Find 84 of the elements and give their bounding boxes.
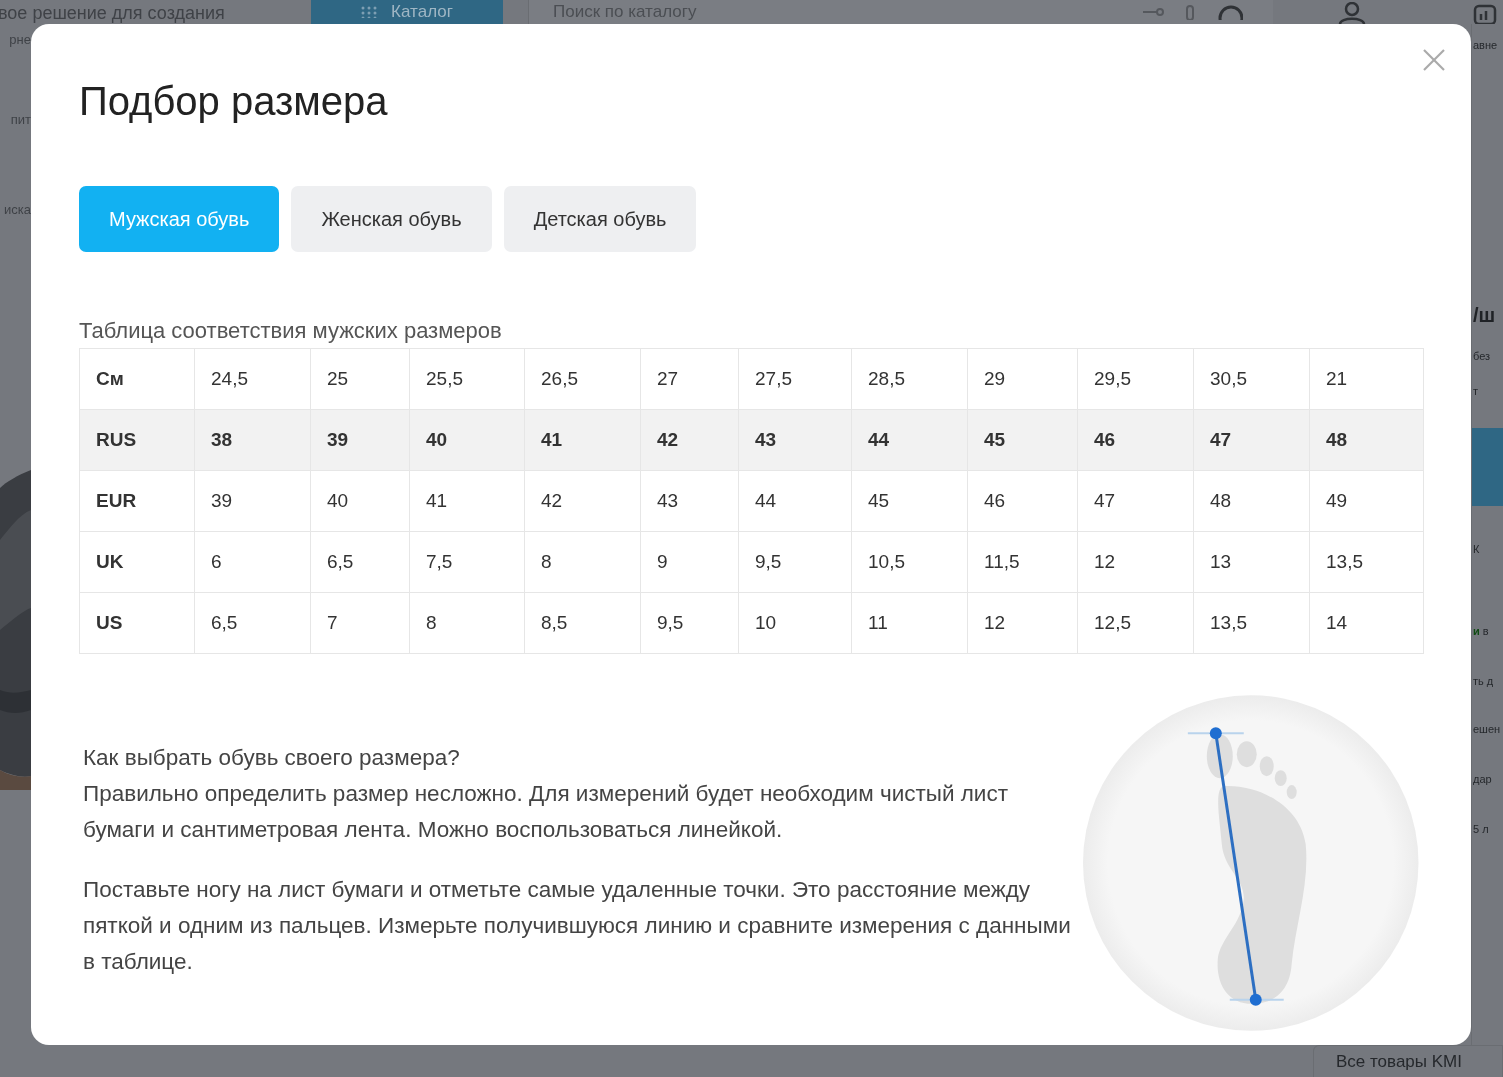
table-cell: 49 [1309,470,1424,532]
table-cell: 40 [409,409,525,471]
help-paragraph: Поставьте ногу на лист бумаги и отметьте самые удаленные точки. Это расстояние между пяткой и одним из пальцев. Измерьте получившуюся линию и сравните измерения с данными в таблице. [83,877,1071,974]
modal-title: Подбор размера [79,78,389,124]
user-icon[interactable] [1337,2,1367,24]
row-header: См [79,348,195,410]
table-cell: 39 [194,470,311,532]
table-cell: 43 [738,409,852,471]
table-cell: 29 [967,348,1078,410]
table-cell: 39 [310,409,410,471]
table-cell: 13,5 [1309,531,1424,593]
page-text-fragment: ть д [1472,674,1494,689]
table-cell: 44 [851,409,968,471]
table-cell: 6,5 [310,531,410,593]
table-cell: 26,5 [524,348,641,410]
page-text-fragment: дар [1472,772,1492,787]
table-cell: 44 [738,470,852,532]
table-cell: 13,5 [1193,592,1310,654]
table-cell: 24,5 [194,348,311,410]
table-cell: 46 [1077,409,1194,471]
page-text-fragment: т [1472,384,1479,399]
table-cell: 12 [1077,531,1194,593]
table-caption: Таблица соответствия мужских размеров [79,318,503,344]
table-cell: 45 [967,409,1078,471]
all-products-button[interactable]: Все товары KMI [1313,1045,1503,1077]
table-cell: 11,5 [967,531,1078,593]
table-cell: 8,5 [524,592,641,654]
table-cell: 6 [194,531,311,593]
table-cell: 7 [310,592,410,654]
row-header: US [79,592,195,654]
page-text-fragment: 5 л [1472,822,1489,837]
table-cell: 9,5 [738,531,852,593]
row-header: UK [79,531,195,593]
table-cell: 29,5 [1077,348,1194,410]
row-header: EUR [79,470,195,532]
table-cell: 40 [310,470,410,532]
table-cell: 47 [1193,409,1310,471]
page-text-fragment: авне [1472,38,1498,53]
row-header: RUS [79,409,195,471]
table-cell: 43 [640,470,739,532]
table-cell: 10 [738,592,852,654]
table-cell: 42 [640,409,739,471]
close-icon[interactable] [1422,48,1446,72]
table-cell: 42 [524,470,641,532]
category-tab[interactable]: Детская обувь [503,186,697,252]
table-cell: 6,5 [194,592,311,654]
catalog-button[interactable]: Каталог [311,0,503,24]
table-cell: 41 [524,409,641,471]
table-cell: 27 [640,348,739,410]
table-cell: 10,5 [851,531,968,593]
chart-icon[interactable] [1473,4,1497,24]
table-cell: 41 [409,470,525,532]
table-cell: 9,5 [640,592,739,654]
table-cell: 12,5 [1077,592,1194,654]
table-cell: 8 [409,592,525,654]
category-tab[interactable]: Мужская обувь [79,186,280,252]
table-cell: 27,5 [738,348,852,410]
help-paragraph: Правильно определить размер несложно. Для измерений будет необходим чистый лист бумаги и сантиметровая лента. Можно воспользоваться линейкой. [83,781,1008,842]
table-cell: 28,5 [851,348,968,410]
category-tab[interactable]: Женская обувь [291,186,492,252]
grid-icon [361,6,378,18]
table-cell: 11 [851,592,968,654]
table-cell: 38 [194,409,311,471]
table-cell: 47 [1077,470,1194,532]
table-cell: 48 [1193,470,1310,532]
table-cell: 30,5 [1193,348,1310,410]
page-text-fragment: и в [1472,624,1489,639]
table-cell: 14 [1309,592,1424,654]
table-cell: 7,5 [409,531,525,593]
page-text-fragment: без [1472,349,1491,364]
table-cell: 12 [967,592,1078,654]
table-cell: 25 [310,348,410,410]
table-cell: 8 [524,531,641,593]
table-cell: 13 [1193,531,1310,593]
page-text-fragment: К [1472,542,1480,557]
table-cell: 48 [1309,409,1424,471]
table-cell: 45 [851,470,968,532]
table-cell: 9 [640,531,739,593]
table-cell: 46 [967,470,1078,532]
table-cell: 25,5 [409,348,525,410]
table-cell: 21 [1309,348,1424,410]
page-heading-fragment: /ш [1472,303,1496,328]
help-question: Как выбрать обувь своего размера? [83,744,461,772]
page-text-fragment: ешен [1472,722,1501,737]
